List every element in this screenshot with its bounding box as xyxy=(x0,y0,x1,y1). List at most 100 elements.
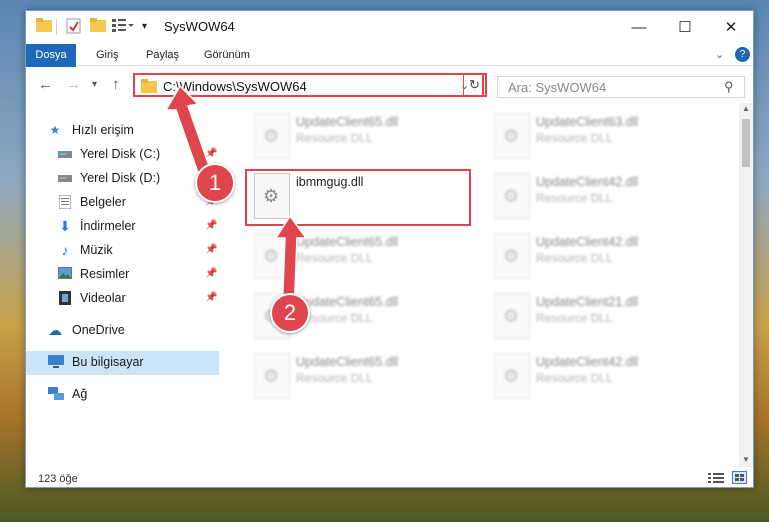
file-type: Resource DLL xyxy=(296,371,373,385)
folder-icon xyxy=(141,79,157,96)
cloud-icon: ☁ xyxy=(48,322,62,338)
step-2-badge: 2 xyxy=(270,293,310,333)
nav-label: Yerel Disk (C:) xyxy=(80,147,161,161)
search-box[interactable]: Ara: SysWOW64 ⚲ xyxy=(497,76,745,98)
file-item[interactable]: ⚙ UpdateClient65.dll Resource DLL xyxy=(250,111,480,165)
music-icon: ♪ xyxy=(61,242,69,258)
pictures-icon xyxy=(57,266,73,281)
nav-item-downloads[interactable]: ⬇ İndirmeler 📌 xyxy=(26,215,219,239)
step-1-badge: 1 xyxy=(195,163,235,203)
navigation-bar: ← → ▾ ↑ C:\Windows\SysWOW64 ⌄ ↻ Ara: Sys… xyxy=(26,67,753,101)
dll-file-icon: ⚙ xyxy=(254,353,290,399)
file-explorer-window: ▾ SysWOW64 — ☐ ✕ Dosya Giriş Paylaş Görü… xyxy=(25,10,754,488)
file-name: UpdateClient65.dll xyxy=(296,295,399,309)
download-icon: ⬇ xyxy=(59,218,71,234)
dll-file-icon: ⚙ xyxy=(494,233,530,279)
nav-item-music[interactable]: ♪ Müzik 📌 xyxy=(26,239,219,263)
scroll-down-icon[interactable]: ▼ xyxy=(742,455,750,464)
file-name: UpdateClient42.dll xyxy=(536,235,639,249)
file-type: Resource DLL xyxy=(536,311,613,325)
details-view-icon[interactable] xyxy=(708,472,724,487)
minimize-button[interactable]: — xyxy=(616,11,662,43)
close-button[interactable]: ✕ xyxy=(708,11,754,43)
nav-network[interactable]: Ağ xyxy=(26,383,219,407)
file-item[interactable]: ⚙ UpdateClient63.dll Resource DLL xyxy=(490,111,720,165)
pin-icon[interactable]: 📌 xyxy=(205,268,217,279)
nav-item-pictures[interactable]: Resimler 📌 xyxy=(26,263,219,287)
file-name: UpdateClient21.dll xyxy=(536,295,639,309)
nav-label: İndirmeler xyxy=(80,219,136,233)
tab-share[interactable]: Paylaş xyxy=(136,44,189,66)
file-name: UpdateClient42.dll xyxy=(536,355,639,369)
tab-view[interactable]: Görünüm xyxy=(194,44,260,66)
file-type: Resource DLL xyxy=(536,191,613,205)
nav-label: OneDrive xyxy=(72,323,125,337)
documents-icon xyxy=(58,194,72,210)
drive-icon xyxy=(58,171,72,185)
file-type: Resource DLL xyxy=(536,371,613,385)
file-item[interactable]: ⚙ UpdateClient42.dll Resource DLL xyxy=(490,231,720,285)
file-type: Resource DLL xyxy=(536,131,613,145)
nav-onedrive[interactable]: ☁ OneDrive xyxy=(26,319,219,343)
search-icon: ⚲ xyxy=(724,79,734,94)
item-count: 123 öğe xyxy=(38,473,78,485)
title-bar: ▾ SysWOW64 — ☐ ✕ xyxy=(26,11,753,44)
file-item[interactable]: ⚙ UpdateClient42.dll Resource DLL xyxy=(490,351,720,405)
folder-icon xyxy=(36,18,52,36)
back-arrow-icon[interactable]: ← xyxy=(38,76,53,93)
nav-label: Bu bilgisayar xyxy=(72,355,144,369)
dll-file-icon: ⚙ xyxy=(494,353,530,399)
file-item[interactable]: ⚙ UpdateClient65.dll Resource DLL xyxy=(250,351,480,405)
dll-file-icon: ⚙ xyxy=(494,173,530,219)
nav-label: Belgeler xyxy=(80,195,126,209)
file-name: UpdateClient65.dll xyxy=(296,115,399,129)
window-title: SysWOW64 xyxy=(164,19,235,34)
dll-file-icon: ⚙ xyxy=(494,293,530,339)
tab-home[interactable]: Giriş xyxy=(86,44,129,66)
file-name: UpdateClient65.dll xyxy=(296,355,399,369)
refresh-icon: ↻ xyxy=(469,77,480,92)
nav-item-documents[interactable]: Belgeler 📌 xyxy=(26,191,219,215)
videos-icon xyxy=(58,291,72,305)
search-placeholder: Ara: SysWOW64 xyxy=(508,80,607,95)
nav-label: Müzik xyxy=(80,243,113,257)
file-name: UpdateClient63.dll xyxy=(536,115,639,129)
scroll-up-icon[interactable]: ▲ xyxy=(742,104,750,113)
nav-label: Resimler xyxy=(80,267,130,281)
star-icon: ★ xyxy=(49,123,61,137)
nav-item-videos[interactable]: Videolar 📌 xyxy=(26,287,219,311)
pin-icon[interactable]: 📌 xyxy=(205,220,217,231)
pin-icon[interactable]: 📌 xyxy=(205,244,217,255)
file-type: Resource DLL xyxy=(536,251,613,265)
file-name: UpdateClient42.dll xyxy=(536,175,639,189)
refresh-button[interactable]: ↻ xyxy=(463,73,487,97)
maximize-button[interactable]: ☐ xyxy=(662,11,708,43)
scrollbar-thumb[interactable] xyxy=(742,119,750,167)
customize-toolbar-icon[interactable]: ▾ xyxy=(142,21,147,39)
nav-label: Hızlı erişim xyxy=(72,123,134,137)
properties-icon[interactable] xyxy=(66,18,82,36)
dll-file-icon: ⚙ xyxy=(494,113,530,159)
forward-arrow-icon[interactable]: → xyxy=(66,76,81,93)
vertical-scrollbar[interactable]: ▲ ▼ xyxy=(739,103,753,467)
large-icons-view-icon[interactable] xyxy=(732,471,747,484)
pin-icon[interactable]: 📌 xyxy=(205,292,217,303)
view-details-icon[interactable] xyxy=(112,18,134,36)
up-arrow-icon[interactable]: ↑ xyxy=(112,76,120,93)
computer-icon xyxy=(48,355,64,369)
file-item[interactable]: ⚙ UpdateClient42.dll Resource DLL xyxy=(490,171,720,225)
new-folder-icon[interactable] xyxy=(90,18,106,36)
file-item[interactable]: ⚙ UpdateClient21.dll Resource DLL xyxy=(490,291,720,345)
dll-file-icon: ⚙ xyxy=(254,113,290,159)
ribbon-tabs: Dosya Giriş Paylaş Görünüm ⌄ ? xyxy=(26,44,753,98)
file-name: UpdateClient65.dll xyxy=(296,235,399,249)
nav-label: Videolar xyxy=(80,291,126,305)
recent-locations-icon[interactable]: ▾ xyxy=(92,79,97,90)
nav-label: Ağ xyxy=(72,387,88,401)
network-icon xyxy=(48,387,64,401)
help-icon[interactable]: ? xyxy=(735,47,750,62)
nav-this-pc[interactable]: Bu bilgisayar xyxy=(26,351,219,375)
drive-icon xyxy=(58,147,72,161)
expand-ribbon-icon[interactable]: ⌄ xyxy=(715,48,724,61)
qa-separator xyxy=(56,19,57,35)
